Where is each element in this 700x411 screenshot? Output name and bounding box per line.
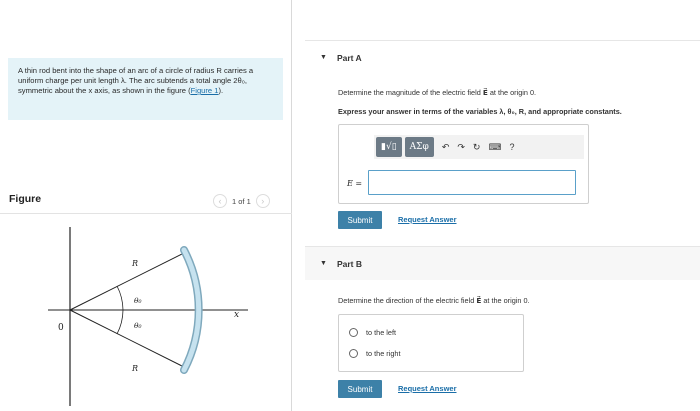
radius-label-bottom: R xyxy=(131,364,138,373)
part-b-question-text: Determine the direction of the electric … xyxy=(338,296,477,305)
problem-panel: A thin rod bent into the shape of an arc… xyxy=(0,0,292,411)
option-left[interactable]: to the left xyxy=(349,328,396,337)
part-b-question: Determine the direction of the electric … xyxy=(338,296,530,305)
pager-text: 1 of 1 xyxy=(232,196,251,206)
part-a-submit-button[interactable]: Submit xyxy=(338,211,382,229)
part-a-question-end: at the origin 0. xyxy=(487,88,537,97)
help-icon[interactable]: ? xyxy=(509,137,514,157)
problem-text-end: ). xyxy=(218,86,224,95)
keyboard-icon[interactable]: ⌨ xyxy=(488,137,501,157)
theta-label-bottom: θ₀ xyxy=(134,321,142,330)
part-b-request-answer-link[interactable]: Request Answer xyxy=(398,384,457,393)
part-a-instruction: Express your answer in terms of the vari… xyxy=(338,107,622,116)
part-b-question-end: at the origin 0. xyxy=(481,296,530,305)
figure-divider xyxy=(0,213,292,214)
part-a-title: Part A xyxy=(336,52,362,63)
arc-figure: 0 x R R θ₀ θ₀ xyxy=(48,227,248,406)
part-b-header[interactable]: ▼ Part B xyxy=(305,246,700,280)
angle-arc-top xyxy=(116,285,124,311)
chevron-left-icon[interactable]: ‹ xyxy=(213,194,227,208)
x-axis-label: x xyxy=(234,310,239,320)
collapse-triangle-icon[interactable]: ▼ xyxy=(320,54,327,61)
option-left-label: to the left xyxy=(366,328,397,337)
part-a-request-answer-link[interactable]: Request Answer xyxy=(398,215,457,224)
theta-label-top: θ₀ xyxy=(134,296,142,305)
chevron-right-icon[interactable]: › xyxy=(255,194,270,208)
radius-label-top: R xyxy=(131,259,138,268)
symbols-button[interactable]: ΑΣφ xyxy=(404,137,434,157)
option-right-label: to the right xyxy=(366,349,401,358)
answer-input[interactable] xyxy=(368,170,576,195)
undo-icon[interactable]: ↶ xyxy=(442,137,450,157)
answer-area: ▮√▯ ΑΣφ ↶ ↷ ↻ ⌨ ? E = xyxy=(338,124,589,204)
figure-heading: Figure xyxy=(9,193,42,205)
part-b-title: Part B xyxy=(336,258,362,269)
math-toolbar: ▮√▯ ΑΣφ ↶ ↷ ↻ ⌨ ? xyxy=(374,135,584,159)
problem-statement: A thin rod bent into the shape of an arc… xyxy=(8,58,283,120)
part-a-question-text: Determine the magnitude of the electric … xyxy=(338,88,483,97)
angle-arc-bottom xyxy=(116,309,124,335)
templates-button[interactable]: ▮√▯ xyxy=(376,137,402,157)
part-b-submit-button[interactable]: Submit xyxy=(338,380,382,398)
direction-options: to the left to the right xyxy=(338,314,524,372)
option-right[interactable]: to the right xyxy=(349,349,400,358)
radius-bottom xyxy=(69,309,187,369)
part-a-header[interactable]: ▼ Part A xyxy=(305,40,700,74)
reset-icon[interactable]: ↻ xyxy=(473,137,481,157)
radio-left[interactable] xyxy=(349,328,358,337)
radio-right[interactable] xyxy=(349,349,358,358)
answer-label: E = xyxy=(347,179,363,188)
figure-pager: ‹ 1 of 1 › xyxy=(213,194,270,208)
redo-icon[interactable]: ↷ xyxy=(457,137,465,157)
collapse-triangle-icon[interactable]: ▼ xyxy=(320,260,327,267)
figure-link[interactable]: Figure 1 xyxy=(191,86,219,95)
origin-label: 0 xyxy=(58,323,64,333)
radius-top xyxy=(69,251,187,311)
part-a-question: Determine the magnitude of the electric … xyxy=(338,88,536,97)
